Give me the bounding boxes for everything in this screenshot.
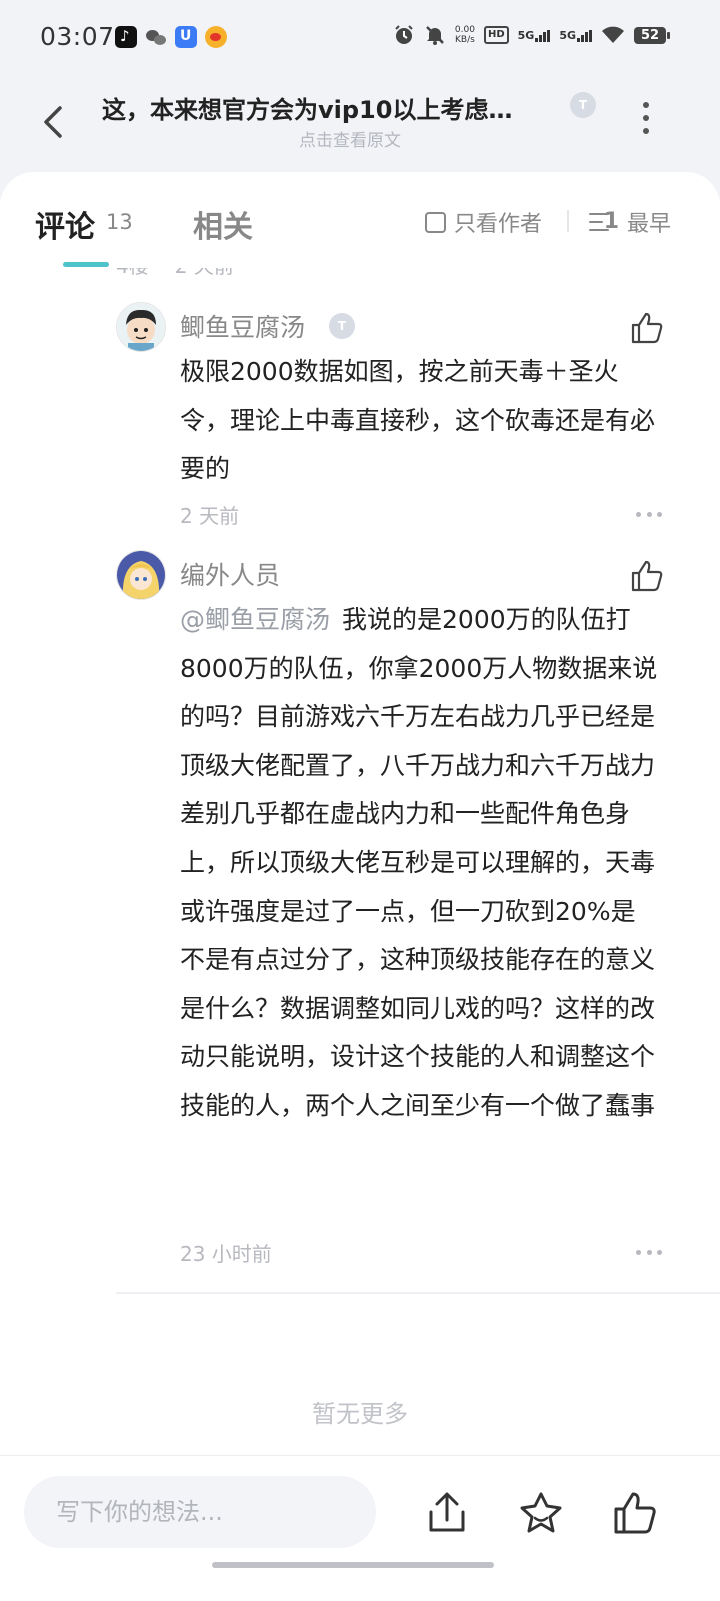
comment-author[interactable]: 编外人员 [180,556,280,592]
comment-more-icon[interactable] [636,512,662,518]
tiktok-icon [115,26,137,48]
active-tab-indicator [63,262,109,267]
comment-text: @鲫鱼豆腐汤 我说的是2000万的队伍打8000万的队伍，你拿2000万人物数据来… [180,596,660,1131]
notification-icons [115,26,227,48]
user-level-badge-icon: T [329,313,355,339]
author-only-label: 只看作者 [454,212,543,237]
tab-comments[interactable]: 评论 [35,202,95,246]
system-status-icons: 0.00 KB/s HD 5G 5G 52 [393,24,670,46]
anime-girl-avatar-icon [117,551,165,599]
like-icon[interactable] [630,311,664,345]
more-options-icon[interactable] [640,102,652,136]
share-icon[interactable] [424,1490,470,1536]
author-only-toggle[interactable]: 只看作者 [425,206,542,238]
sort-icon: 1 [589,211,619,233]
like-icon[interactable] [630,559,664,593]
bottom-action-bar: 写下你的想法... [0,1455,720,1601]
battery-indicator: 52 [634,26,670,44]
comment-text-content: 我说的是2000万的队伍打8000万的队伍，你拿2000万人物数据来说的吗？目前… [180,605,658,1120]
comment-time: 23 小时前 [180,1242,272,1266]
net-speed: 0.00 KB/s [455,25,475,45]
status-time: 03:07 [40,22,115,51]
tab-separator [567,210,569,232]
home-indicator[interactable] [212,1562,494,1568]
comment-author[interactable]: 鲫鱼豆腐汤 [180,308,305,344]
sim2-signal: 5G [559,29,592,42]
post-title[interactable]: 这，本来想官方会为vip10以上考虑… [102,90,512,125]
weibo-icon [205,26,227,48]
avatar[interactable] [116,302,166,352]
net-speed-value: 0.00 [454,25,475,35]
sim2-label: 5G [559,28,576,42]
list-divider [116,1292,720,1294]
cartoon-boy-avatar-icon [117,303,165,351]
wifi-icon [602,26,624,43]
tab-related[interactable]: 相关 [193,202,253,246]
favorite-star-icon[interactable] [518,1490,564,1536]
comment-time: 2 天前 [180,504,240,528]
like-icon[interactable] [612,1490,658,1536]
checkbox-icon[interactable] [425,211,446,233]
post-header: 这，本来想官方会为vip10以上考虑… T 点击查看原文 [0,72,720,172]
status-bar: 03:07 0.00 KB/s HD 5G 5G [0,0,720,72]
u-app-icon [175,26,197,48]
comments-tab-bar: 评论 13 相关 只看作者 1 最早 [0,172,720,268]
mention-link[interactable]: @鲫鱼豆腐汤 [180,605,330,634]
sim1-signal: 5G [518,29,551,42]
sort-label: 最早 [627,212,672,237]
comment-text: 极限2000数据如图，按之前天毒＋圣火令，理论上中毒直接秒，这个砍毒还是有必要的 [180,357,656,484]
mute-icon [426,26,444,45]
wechat-icon [145,26,167,48]
comments-panel: 评论 13 相关 只看作者 1 最早 4楼2 天前 [0,172,720,1472]
sort-button[interactable]: 1 最早 [589,206,671,238]
alarm-icon [395,25,413,44]
comment-input[interactable]: 写下你的想法... [24,1476,376,1548]
signal-bars-icon [577,29,592,42]
view-original-link[interactable]: 点击查看原文 [0,126,700,151]
no-more-text: 暂无更多 [312,1400,408,1428]
sim1-label: 5G [517,28,535,42]
net-speed-unit: KB/s [455,35,475,45]
comment-more-icon[interactable] [636,1250,662,1256]
title-badge-icon: T [570,92,596,118]
comments-count: 13 [106,210,133,234]
hd-badge: HD [483,26,509,44]
avatar[interactable] [116,550,166,600]
signal-bars-icon [535,29,551,42]
